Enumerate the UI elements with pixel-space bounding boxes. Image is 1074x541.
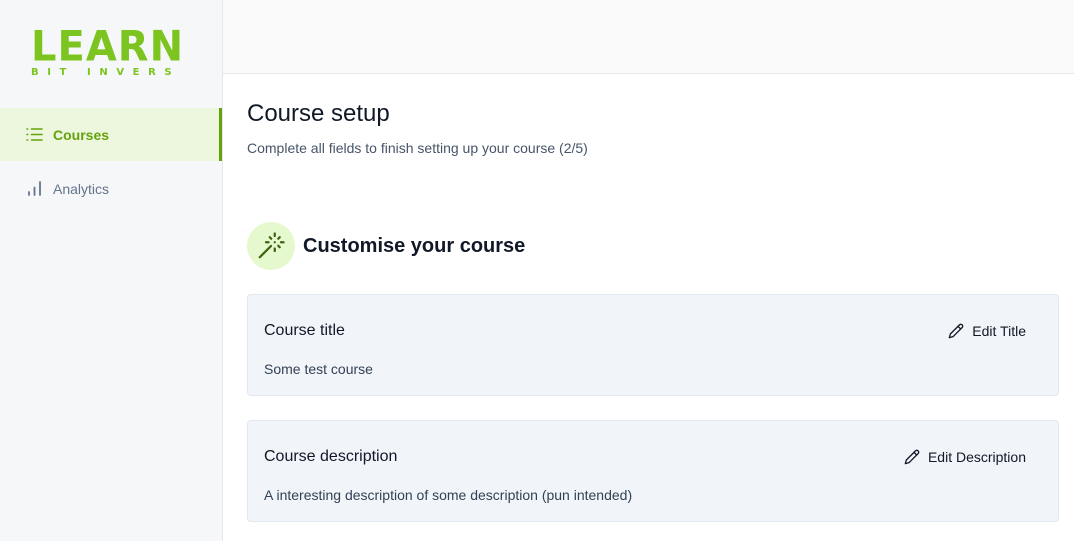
logo[interactable]: LEARN BIT INVERS: [31, 26, 191, 80]
course-title-card: Course title Edit Title Some test course: [247, 294, 1059, 396]
page-subtitle: Complete all fields to finish setting up…: [247, 140, 588, 156]
pencil-icon: [948, 323, 964, 339]
sidebar-item-label: Analytics: [53, 180, 110, 197]
edit-description-button[interactable]: Edit Description: [904, 445, 1026, 469]
sidebar: LEARN BIT INVERS Courses Analytics: [0, 0, 223, 541]
section-title: Customise your course: [303, 234, 526, 257]
field-label: Course description: [264, 448, 398, 465]
page-title: Course setup: [247, 100, 390, 127]
field-label: Course title: [264, 322, 345, 339]
edit-description-label: Edit Description: [927, 449, 1026, 465]
sidebar-item-analytics[interactable]: Analytics: [0, 162, 222, 215]
sidebar-item-label: Courses: [53, 126, 110, 143]
pencil-icon: [904, 449, 920, 465]
edit-title-label: Edit Title: [972, 323, 1026, 339]
bar-chart-icon: [25, 179, 44, 198]
topbar: [223, 0, 1074, 74]
app: LEARN BIT INVERS Courses Analytics Cours…: [0, 0, 1074, 541]
edit-title-button[interactable]: Edit Title: [948, 319, 1026, 343]
list-icon: [25, 125, 44, 144]
course-description-card: Course description Edit Description A in…: [247, 420, 1059, 522]
logo-wordmark: LEARN: [31, 22, 185, 72]
magic-wand-icon: [247, 222, 295, 270]
course-description-value: A interesting description of some descri…: [264, 487, 633, 503]
section-header: Customise your course: [247, 222, 525, 270]
sidebar-item-courses[interactable]: Courses: [0, 108, 222, 161]
course-title-value: Some test course: [264, 361, 373, 377]
